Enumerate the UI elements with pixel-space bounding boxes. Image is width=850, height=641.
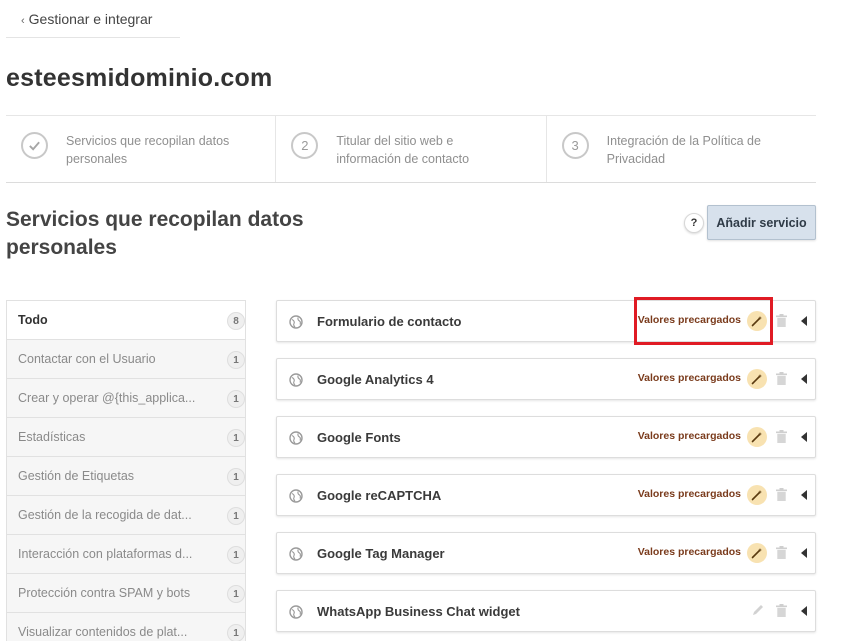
category-item[interactable]: Todo 8 (7, 301, 245, 340)
count-badge: 1 (227, 546, 245, 564)
category-item[interactable]: Interacción con plataformas d... 1 (7, 535, 245, 574)
caret-left-icon[interactable] (801, 316, 807, 326)
preset-label: Valores precargados (637, 546, 741, 558)
trash-icon[interactable] (776, 430, 787, 443)
count-badge: 1 (227, 351, 245, 369)
category-item[interactable]: Gestión de la recogida de dat... 1 (7, 496, 245, 535)
category-label: Estadísticas (18, 430, 86, 444)
preset-label: Valores precargados (637, 488, 741, 500)
step-1[interactable]: Servicios que recopilan datos personales (6, 116, 277, 182)
count-badge: 1 (227, 429, 245, 447)
count-badge: 1 (227, 507, 245, 525)
step-2-label: Titular del sitio web e información de c… (336, 134, 470, 166)
magic-wand-icon[interactable] (747, 311, 767, 331)
service-row[interactable]: Google reCAPTCHA Valores precargados (276, 474, 816, 516)
preset-label: Valores precargados (637, 430, 741, 442)
count-badge: 1 (227, 585, 245, 603)
back-link[interactable]: ‹ Gestionar e integrar (6, 0, 180, 38)
caret-left-icon[interactable] (801, 374, 807, 384)
magic-wand-icon[interactable] (747, 485, 767, 505)
back-link-label: Gestionar e integrar (28, 11, 153, 27)
count-badge: 8 (227, 312, 245, 330)
pencil-icon[interactable] (751, 603, 765, 617)
category-label: Visualizar contenidos de plat... (18, 625, 188, 639)
globe-icon (289, 373, 303, 387)
category-item[interactable]: Gestión de Etiquetas 1 (7, 457, 245, 496)
trash-icon[interactable] (776, 604, 787, 617)
count-badge: 1 (227, 624, 245, 641)
caret-left-icon[interactable] (801, 606, 807, 616)
globe-icon (289, 605, 303, 619)
help-button[interactable]: ? (684, 213, 704, 233)
service-name: Google Fonts (317, 430, 401, 445)
category-label: Todo (18, 313, 48, 327)
service-row[interactable]: Google Tag Manager Valores precargados (276, 532, 816, 574)
service-row[interactable]: Formulario de contacto Valores precargad… (276, 300, 816, 342)
category-label: Protección contra SPAM y bots (18, 586, 191, 600)
section-title: Servicios que recopilan datos personales (6, 208, 304, 259)
step-1-label: Servicios que recopilan datos personales (66, 134, 230, 166)
magic-wand-icon[interactable] (747, 543, 767, 563)
step-3[interactable]: 3 Integración de la Política de Privacid… (547, 116, 816, 182)
service-name: Google Tag Manager (317, 546, 445, 561)
category-label: Gestión de Etiquetas (18, 469, 135, 483)
category-item[interactable]: Estadísticas 1 (7, 418, 245, 457)
globe-icon (289, 547, 303, 561)
caret-left-icon[interactable] (801, 432, 807, 442)
category-label: Interacción con plataformas d... (18, 547, 193, 561)
caret-left-icon[interactable] (801, 490, 807, 500)
trash-icon[interactable] (776, 372, 787, 385)
trash-icon[interactable] (776, 546, 787, 559)
preset-label: Valores precargados (637, 314, 741, 326)
service-row[interactable]: Google Fonts Valores precargados (276, 416, 816, 458)
globe-icon (289, 315, 303, 329)
service-row[interactable]: WhatsApp Business Chat widget (276, 590, 816, 632)
add-service-button[interactable]: Añadir servicio (707, 205, 816, 240)
service-name: Google Analytics 4 (317, 372, 434, 387)
page-title: esteesmidominio.com (6, 64, 273, 92)
globe-icon (289, 431, 303, 445)
category-list: Todo 8 Contactar con el Usuario 1 Crear … (6, 300, 246, 641)
step-2-number: 2 (291, 132, 319, 159)
preset-label: Valores precargados (637, 372, 741, 384)
check-icon (21, 132, 48, 159)
service-name: WhatsApp Business Chat widget (317, 604, 520, 619)
magic-wand-icon[interactable] (747, 369, 767, 389)
category-item[interactable]: Contactar con el Usuario 1 (7, 340, 245, 379)
category-label: Gestión de la recogida de dat... (18, 508, 192, 522)
magic-wand-icon[interactable] (747, 427, 767, 447)
category-label: Contactar con el Usuario (18, 352, 156, 366)
category-label: Crear y operar @{this_applica... (18, 391, 196, 405)
service-name: Formulario de contacto (317, 314, 462, 329)
step-3-label: Integración de la Política de Privacidad (606, 134, 761, 166)
step-3-number: 3 (561, 132, 589, 159)
category-item[interactable]: Crear y operar @{this_applica... 1 (7, 379, 245, 418)
globe-icon (289, 489, 303, 503)
stepper: Servicios que recopilan datos personales… (6, 115, 816, 183)
category-item[interactable]: Protección contra SPAM y bots 1 (7, 574, 245, 613)
caret-left-icon[interactable] (801, 548, 807, 558)
chevron-left-icon: ‹ (21, 15, 25, 27)
count-badge: 1 (227, 468, 245, 486)
step-2[interactable]: 2 Titular del sitio web e información de… (276, 116, 547, 182)
service-row[interactable]: Google Analytics 4 Valores precargados (276, 358, 816, 400)
trash-icon[interactable] (776, 488, 787, 501)
trash-icon[interactable] (776, 314, 787, 327)
category-item[interactable]: Visualizar contenidos de plat... 1 (7, 613, 245, 641)
count-badge: 1 (227, 390, 245, 408)
service-name: Google reCAPTCHA (317, 488, 442, 503)
